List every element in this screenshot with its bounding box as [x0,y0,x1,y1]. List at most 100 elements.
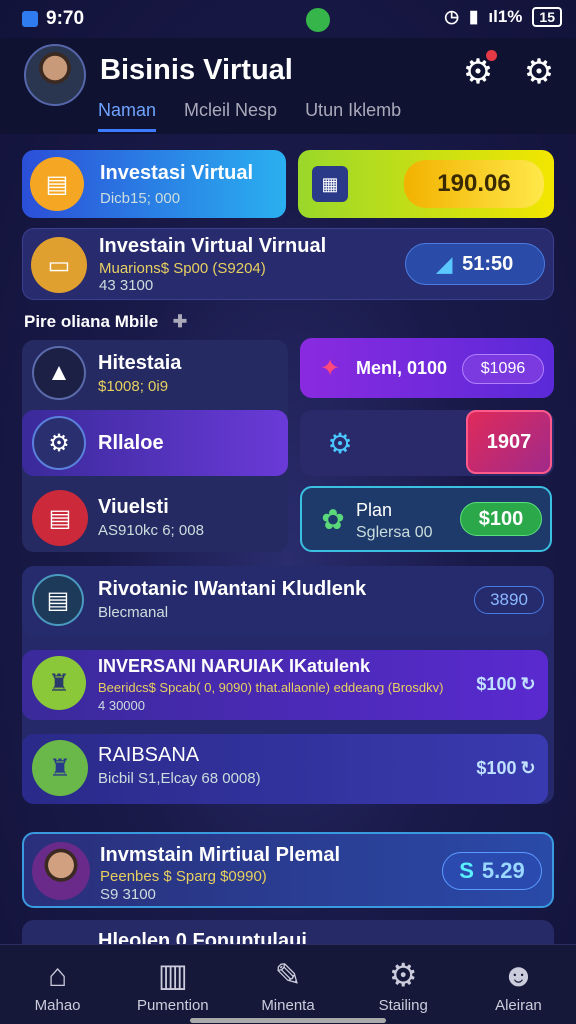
list-subtitle: Blecmanal [98,604,169,621]
laptop-icon: ▭ [31,237,87,293]
currency-symbol: S [459,858,474,883]
card-subtitle-2: 43 3100 [99,277,154,294]
right-item-plan[interactable]: ✿ Plan Sglersa 00 $100 [300,486,552,552]
value-text: $100 [476,757,517,778]
balance-pill[interactable]: 190.06 [404,160,544,208]
file-icon: ▤ [32,490,88,546]
list-subtitle: Beeridcs$ Spcab( 0, 9090) that.allaonle)… [98,680,444,695]
left-item-hitestaia[interactable]: ▲ Hitestaia $1008; 0i9 [22,340,288,406]
wallet-icon: ▤ [30,157,84,211]
right-item-menl[interactable]: ✦ Menl, 0100 $1096 [300,338,554,398]
right-item-game[interactable]: ⚙ 1907 [300,410,554,476]
nav-item-chart[interactable]: ▥ Pumention [115,945,230,1024]
list-subtitle: Bicbil S1,Elcay 68 0008) [98,770,261,787]
nav-item-profile[interactable]: ☻ Aleiran [461,945,576,1024]
gear-icon: ⚙ [32,416,86,470]
value-pill[interactable]: $100 ↻ [468,754,544,782]
nav-item-settings[interactable]: ⚙ Stailing [346,945,461,1024]
value-text: 5.29 [481,858,525,883]
battery-indicator: 15 [532,7,562,27]
item-title: Hitestaia [98,352,182,374]
investment-card-2[interactable]: ▭ Investain Virtual Virnual Muarions$ Sp… [22,228,554,300]
status-bar: 9:70 ◷ ▮ ıl1% 15 [0,0,576,38]
balance-card[interactable]: ▦ 190.06 [298,150,554,218]
nav-label: Pumention [136,997,209,1014]
section-label-text: Pire oliana Mbile [24,312,159,331]
app-notification-icon [22,11,38,27]
value-pill[interactable]: $100 ↻ [468,670,544,698]
list-subtitle-2: 4 30000 [98,698,145,713]
status-network: ıl1% [488,7,523,26]
home-icon: ⌂ [47,957,68,993]
clipboard-icon: ▤ [32,574,84,626]
list-item[interactable]: ♜ INVERSANI NARUIAK IKatulenk Beeridcs$ … [22,650,548,720]
feature-subtitle: Peenbes $ Sparg $0990) [100,868,267,885]
value-pill[interactable]: $100 [460,502,542,536]
app-header: Bisinis Virtual ⚙ ⚙ Naman Mcleil Nesp Ut… [0,38,576,134]
tab-utun[interactable]: Utun Iklemb [305,100,401,132]
plus-icon[interactable]: ✚ [173,312,187,331]
nav-item-edit[interactable]: ✎ Minenta [230,945,345,1024]
nav-item-home[interactable]: ⌂ Mahao [0,945,115,1024]
chart-icon: ▥ [157,957,188,993]
shirt-icon: ♜ [32,656,86,710]
value-pill[interactable]: S 5.29 [442,852,542,890]
item-title: Rllaloe [98,432,164,454]
feature-title: Invmstain Mirtiual Plemal [100,844,341,866]
list-title: Rivotanic IWantani Kludlenk [98,578,367,600]
alarm-icon: ◷ [444,7,460,26]
value-text: 51:50 [462,252,514,275]
item-title: Menl, 0100 [356,358,448,378]
card-subtitle: Dicb15; 000 [100,190,181,207]
nav-label: Aleiran [495,997,542,1014]
avatar [32,842,90,900]
key-icon: ✿ [321,503,345,535]
list-item[interactable]: ♜ RAIBSANA Bicbil S1,Elcay 68 0008) $100… [22,734,548,804]
megaphone-icon: ✦ [319,354,341,382]
tab-naman[interactable]: Naman [98,100,157,132]
signal-icon: ▮ [469,7,479,26]
nav-label: Stailing [378,997,428,1014]
value-pill[interactable]: 3890 [474,586,544,614]
settings-icon: ⚙ [388,957,418,993]
card-title: Investain Virtual Virnual [99,235,327,257]
list-title: INVERSANI NARUIAK IKatulenk [98,656,371,676]
notification-dot [486,50,497,61]
refresh-icon: ↻ [520,673,536,694]
whatsapp-icon [306,8,330,32]
page-title: Bisinis Virtual [100,54,293,86]
tab-bar: Naman Mcleil Nesp Utun Iklemb [98,100,429,132]
edit-icon: ✎ [274,957,302,993]
card-title: Investasi Virtual [100,162,254,184]
item-title: Plan [356,500,393,520]
nav-label: Minenta [261,997,315,1014]
user-icon: ☻ [501,957,536,993]
chart-icon: ◢ [436,253,453,276]
nav-label: Mahao [34,997,81,1014]
item-subtitle: $1008; 0i9 [98,378,169,395]
feature-card[interactable]: Invmstain Mirtiual Plemal Peenbes $ Spar… [22,832,554,908]
section-label: Pire oliana Mbile ✚ [24,312,187,332]
list-item[interactable]: ▤ Rivotanic IWantani Kludlenk Blecmanal … [22,566,552,636]
status-time: 9:70 [46,8,85,29]
bottom-nav: ⌂ Mahao ▥ Pumention ✎ Minenta ⚙ Stailing ☻ Al… [0,944,576,1024]
left-item-rllaloe[interactable]: ⚙ Rllaloe [22,410,288,476]
tab-mcleil[interactable]: Mcleil Nesp [184,100,277,132]
card-subtitle: Muarions$ Sp00 (S9204) [99,260,266,277]
refresh-icon: ↻ [520,757,536,778]
gear-icon[interactable]: ⚙ [521,54,557,90]
item-subtitle: Sglersa 00 [356,524,433,541]
avatar[interactable] [24,44,86,106]
item-title: Viuelsti [98,496,169,518]
value-pill[interactable]: ◢ 51:50 [405,243,545,285]
home-indicator[interactable] [190,1018,386,1023]
value-text: $100 [476,673,517,694]
value-pill[interactable]: 1907 [466,410,552,474]
document-icon: ▦ [312,166,348,202]
value-pill[interactable]: $1096 [462,354,544,384]
list-title: RAIBSANA [98,744,200,766]
shirt-icon: ♜ [32,740,88,796]
gamepad-icon: ⚙ [327,427,353,459]
investment-card[interactable]: ▤ Investasi Virtual Dicb15; 000 [22,150,286,218]
left-item-viuelsti[interactable]: ▤ Viuelsti AS910kc 6; 008 [22,486,288,552]
